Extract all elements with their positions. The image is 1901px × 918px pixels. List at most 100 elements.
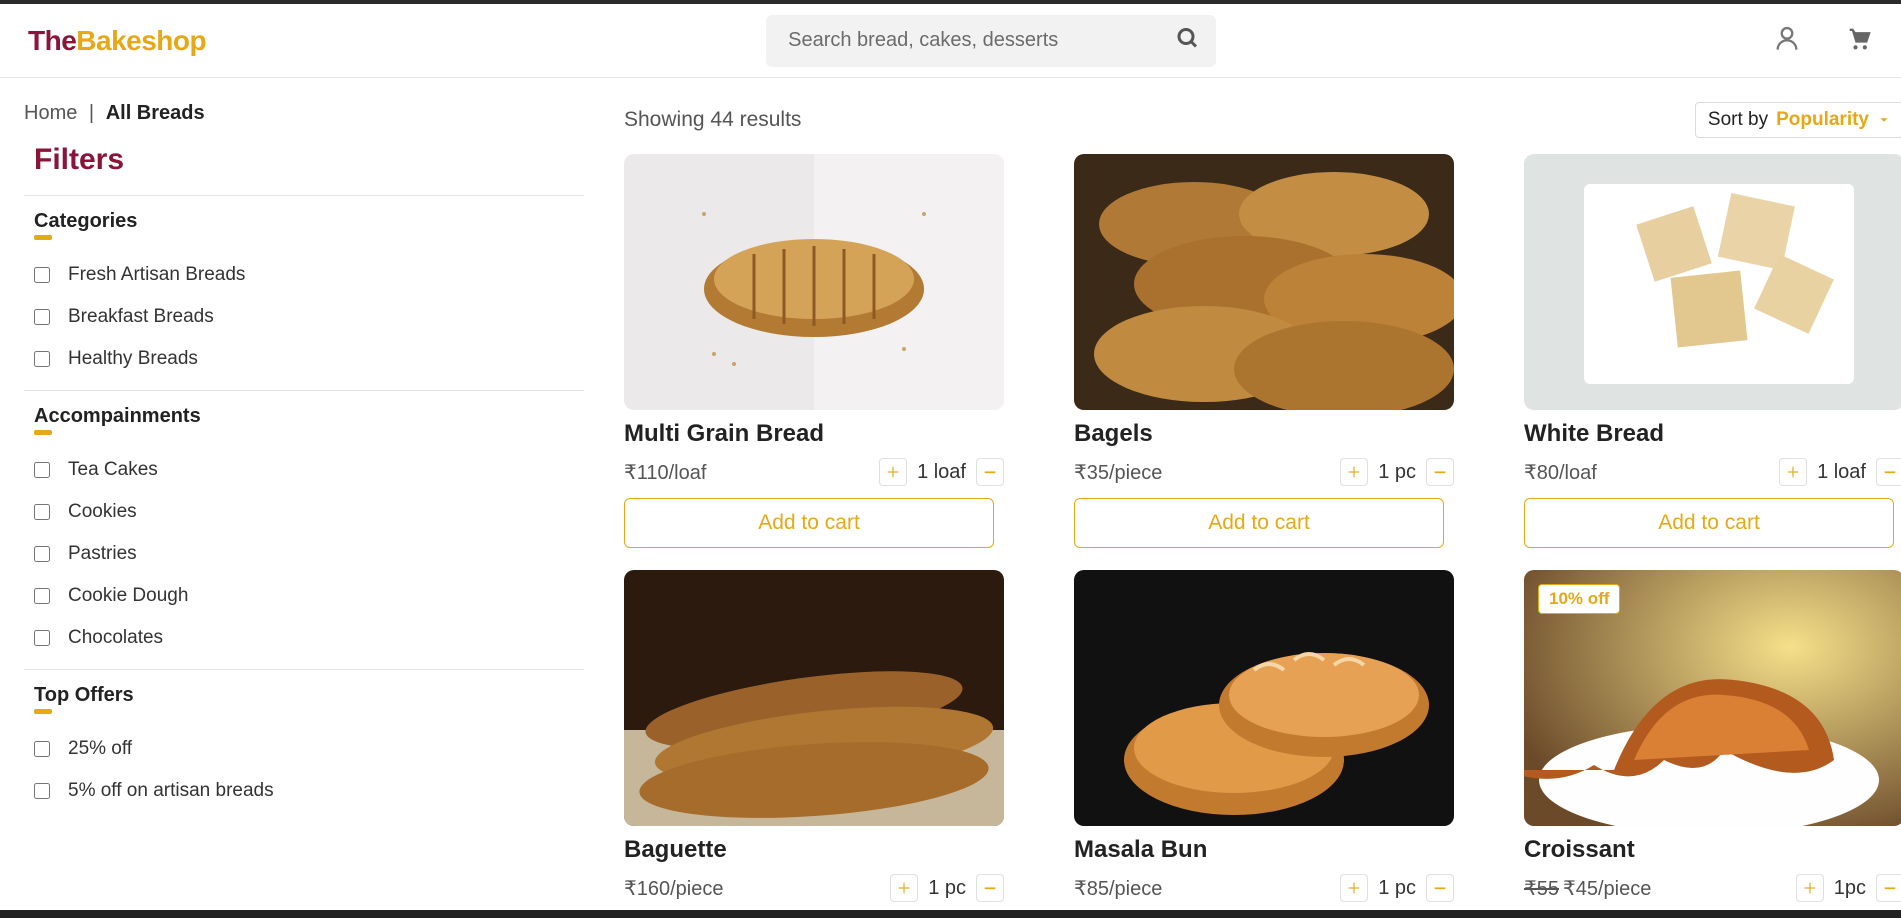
breadcrumb-sep: | [83, 102, 100, 124]
accent-bar-icon [34, 430, 52, 435]
minus-icon [983, 465, 997, 479]
product-card: 10% off Croissant ₹55₹45/piece 1pc [1524, 570, 1901, 902]
qty-minus-button[interactable] [1876, 458, 1901, 486]
product-image[interactable]: 10% off [1524, 570, 1901, 826]
logo[interactable]: TheBakeshop [28, 25, 206, 57]
filter-accompainments-title: Accompainments [34, 405, 574, 428]
product-image[interactable] [624, 570, 1004, 826]
product-image[interactable] [1524, 154, 1901, 410]
filter-item-breakfast-breads[interactable]: Breakfast Breads [34, 296, 574, 338]
product-price: ₹160/piece [624, 876, 723, 901]
user-icon[interactable] [1773, 24, 1801, 57]
plus-icon [1347, 465, 1361, 479]
product-title: Multi Grain Bread [624, 420, 1004, 448]
add-to-cart-button[interactable]: Add to cart [1074, 498, 1444, 548]
filter-item-cookie-dough[interactable]: Cookie Dough [34, 575, 574, 617]
minus-icon [1883, 465, 1897, 479]
qty-value: 1 pc [1374, 461, 1420, 484]
checkbox[interactable] [34, 741, 50, 757]
content: Showing 44 results Sort by Popularity [624, 102, 1901, 902]
checkbox[interactable] [34, 351, 50, 367]
footer-bar [0, 910, 1901, 918]
filter-categories-title: Categories [34, 210, 574, 233]
qty-plus-button[interactable] [1340, 874, 1368, 902]
filter-categories: Categories Fresh Artisan Breads Breakfas… [24, 195, 584, 390]
discount-badge: 10% off [1538, 584, 1620, 614]
qty-minus-button[interactable] [1426, 874, 1454, 902]
qty-plus-button[interactable] [1796, 874, 1824, 902]
product-grid: Multi Grain Bread ₹110/loaf 1 loaf Add t… [624, 154, 1901, 902]
minus-icon [1883, 881, 1897, 895]
filters-title: Filters [34, 143, 584, 177]
filter-item-healthy-breads[interactable]: Healthy Breads [34, 338, 574, 380]
checkbox[interactable] [34, 267, 50, 283]
logo-part1: The [28, 25, 76, 56]
result-count: Showing 44 results [624, 108, 801, 132]
checkbox[interactable] [34, 630, 50, 646]
white-bread-icon [1524, 154, 1901, 410]
bun-icon [1074, 570, 1454, 826]
qty-plus-button[interactable] [1340, 458, 1368, 486]
qty-minus-button[interactable] [1426, 458, 1454, 486]
bagels-icon [1074, 154, 1454, 410]
checkbox[interactable] [34, 546, 50, 562]
qty-value: 1pc [1830, 877, 1870, 900]
minus-icon [983, 881, 997, 895]
product-price: ₹35/piece [1074, 460, 1162, 485]
qty-plus-button[interactable] [1779, 458, 1807, 486]
minus-icon [1433, 465, 1447, 479]
add-to-cart-button[interactable]: Add to cart [624, 498, 994, 548]
product-price: ₹55₹45/piece [1524, 876, 1651, 901]
checkbox[interactable] [34, 462, 50, 478]
qty-value: 1 loaf [913, 461, 970, 484]
chevron-down-icon [1877, 113, 1891, 127]
qty-minus-button[interactable] [1876, 874, 1901, 902]
filter-item-tea-cakes[interactable]: Tea Cakes [34, 449, 574, 491]
breadcrumb-current: All Breads [106, 102, 205, 124]
sort-dropdown[interactable]: Sort by Popularity [1695, 102, 1901, 138]
filter-item-pastries[interactable]: Pastries [34, 533, 574, 575]
checkbox[interactable] [34, 309, 50, 325]
quantity-stepper: 1 pc [890, 874, 1004, 902]
product-image[interactable] [1074, 154, 1454, 410]
product-card: Baguette ₹160/piece 1 pc [624, 570, 1004, 902]
quantity-stepper: 1 pc [1340, 874, 1454, 902]
plus-icon [886, 465, 900, 479]
filter-item-25-off[interactable]: 25% off [34, 728, 574, 770]
search-input[interactable] [766, 15, 1216, 67]
filter-item-chocolates[interactable]: Chocolates [34, 617, 574, 659]
qty-minus-button[interactable] [976, 458, 1004, 486]
checkbox[interactable] [34, 588, 50, 604]
search-icon[interactable] [1176, 26, 1200, 55]
filter-accompainments: Accompainments Tea Cakes Cookies Pastrie… [24, 390, 584, 669]
product-price: ₹110/loaf [624, 460, 706, 485]
filter-item-fresh-artisan[interactable]: Fresh Artisan Breads [34, 254, 574, 296]
quantity-stepper: 1pc [1796, 874, 1901, 902]
product-title: Masala Bun [1074, 836, 1454, 864]
breadcrumb-home[interactable]: Home [24, 102, 77, 124]
quantity-stepper: 1 pc [1340, 458, 1454, 486]
qty-plus-button[interactable] [879, 458, 907, 486]
product-title: Baguette [624, 836, 1004, 864]
product-image[interactable] [624, 154, 1004, 410]
accent-bar-icon [34, 709, 52, 714]
breadcrumb: Home | All Breads [24, 102, 584, 125]
logo-part2: Bakeshop [76, 25, 206, 56]
cart-icon[interactable] [1845, 24, 1873, 57]
qty-plus-button[interactable] [890, 874, 918, 902]
plus-icon [1803, 881, 1817, 895]
checkbox[interactable] [34, 504, 50, 520]
qty-minus-button[interactable] [976, 874, 1004, 902]
checkbox[interactable] [34, 783, 50, 799]
filter-item-5-off[interactable]: 5% off on artisan breads [34, 770, 574, 812]
add-to-cart-button[interactable]: Add to cart [1524, 498, 1894, 548]
product-image[interactable] [1074, 570, 1454, 826]
filter-offers: Top Offers 25% off 5% off on artisan bre… [24, 669, 584, 822]
header: TheBakeshop [0, 4, 1901, 78]
original-price: ₹55 [1524, 878, 1559, 900]
filter-item-cookies[interactable]: Cookies [34, 491, 574, 533]
quantity-stepper: 1 loaf [879, 458, 1004, 486]
product-card: White Bread ₹80/loaf 1 loaf Add to cart [1524, 154, 1901, 548]
bread-icon [624, 154, 1004, 410]
search-wrap [766, 15, 1216, 67]
